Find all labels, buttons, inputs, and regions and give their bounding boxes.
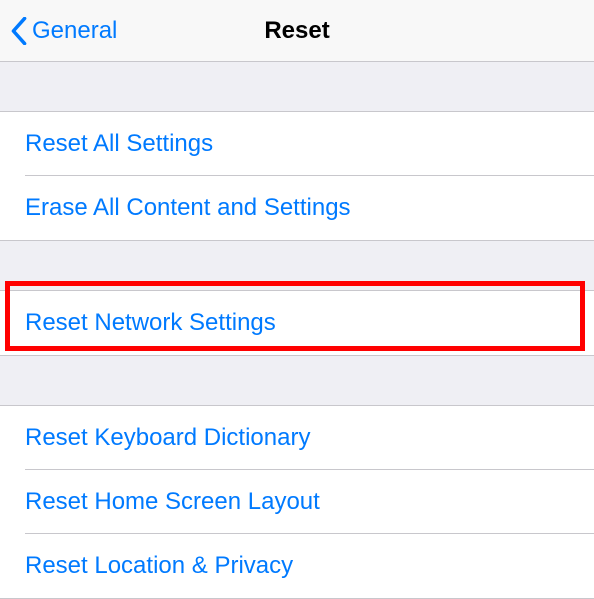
row-label: Reset Keyboard Dictionary	[25, 424, 310, 451]
back-label: General	[32, 17, 117, 45]
page-title: Reset	[264, 17, 329, 45]
spacer	[0, 241, 594, 290]
row-label: Reset All Settings	[25, 130, 213, 157]
erase-all-content-row[interactable]: Erase All Content and Settings	[0, 176, 594, 240]
back-button[interactable]: General	[0, 17, 117, 45]
row-label: Reset Location & Privacy	[25, 552, 293, 579]
header-bar: General Reset	[0, 0, 594, 62]
reset-keyboard-dictionary-row[interactable]: Reset Keyboard Dictionary	[0, 406, 594, 470]
row-label: Erase All Content and Settings	[25, 194, 351, 221]
spacer	[0, 62, 594, 111]
group-2: Reset Network Settings	[0, 290, 594, 356]
row-label: Reset Home Screen Layout	[25, 488, 320, 515]
reset-home-screen-layout-row[interactable]: Reset Home Screen Layout	[0, 470, 594, 534]
reset-all-settings-row[interactable]: Reset All Settings	[0, 112, 594, 176]
group-3: Reset Keyboard Dictionary Reset Home Scr…	[0, 405, 594, 599]
reset-location-privacy-row[interactable]: Reset Location & Privacy	[0, 534, 594, 598]
row-label: Reset Network Settings	[25, 309, 276, 336]
reset-network-settings-row[interactable]: Reset Network Settings	[0, 291, 594, 355]
chevron-left-icon	[10, 17, 28, 45]
spacer	[0, 356, 594, 405]
group-1: Reset All Settings Erase All Content and…	[0, 111, 594, 241]
